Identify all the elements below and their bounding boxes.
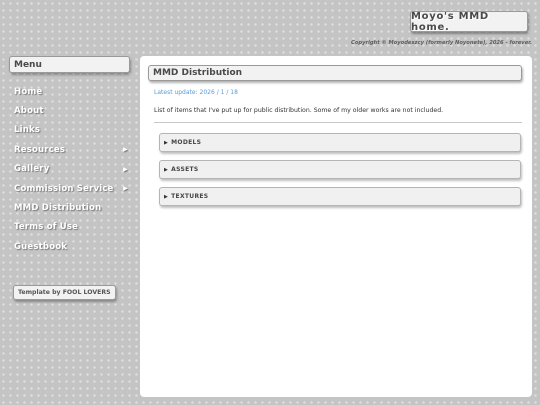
sidebar-menu: Home About Links Resources ▶ Gallery ▶ C… <box>14 82 132 257</box>
triangle-right-icon: ▶ <box>164 166 169 173</box>
sidebar-item-label: MMD Distribution <box>14 203 102 214</box>
triangle-right-icon: ▶ <box>164 139 169 146</box>
sidebar-item-label: Commission Service <box>14 183 114 194</box>
site-title[interactable]: Moyo's MMD home. <box>410 11 528 33</box>
intro-text: List of items that I've put up for publi… <box>154 107 444 114</box>
section-label: MODELS <box>171 139 202 146</box>
sidebar-item-label: Gallery <box>14 164 50 175</box>
sidebar-item-home[interactable]: Home <box>14 82 132 101</box>
sidebar-item-guestbook[interactable]: Guestbook <box>14 237 132 256</box>
section-assets-toggle[interactable]: ▶ ASSETS <box>159 160 521 179</box>
section-label: TEXTURES <box>171 193 209 200</box>
chevron-right-icon: ▶ <box>123 185 128 193</box>
sidebar-item-links[interactable]: Links <box>14 121 132 140</box>
section-label: ASSETS <box>171 166 199 173</box>
page-title: MMD Distribution <box>148 65 522 81</box>
sidebar-item-terms-of-use[interactable]: Terms of Use <box>14 218 132 237</box>
template-credit-link[interactable]: Template by FOOL LOVERS <box>13 285 116 300</box>
copyright-text: Copyright © Moyodeszcy (formerly Noyonet… <box>351 40 532 46</box>
sidebar-item-resources[interactable]: Resources ▶ <box>14 140 132 159</box>
sidebar-item-label: Guestbook <box>14 241 68 252</box>
section-models-toggle[interactable]: ▶ MODELS <box>159 133 521 152</box>
main-content-panel: MMD Distribution Latest update: 2026 / 1… <box>140 56 532 397</box>
sidebar-item-commission-service[interactable]: Commission Service ▶ <box>14 179 132 198</box>
last-update-text: Latest update: 2026 / 1 / 18 <box>154 89 238 96</box>
sidebar-item-label: Terms of Use <box>14 222 79 233</box>
distribution-sections: ▶ MODELS ▶ ASSETS ▶ TEXTURES <box>159 133 521 214</box>
sidebar-item-label: About <box>14 106 44 117</box>
sidebar-item-mmd-distribution[interactable]: MMD Distribution <box>14 198 132 217</box>
section-textures-toggle[interactable]: ▶ TEXTURES <box>159 187 521 206</box>
triangle-right-icon: ▶ <box>164 193 169 200</box>
divider <box>154 122 522 123</box>
chevron-right-icon: ▶ <box>123 165 128 173</box>
menu-header: Menu <box>9 56 130 73</box>
sidebar-item-label: Home <box>14 86 43 97</box>
sidebar-item-label: Resources <box>14 144 66 155</box>
chevron-right-icon: ▶ <box>123 146 128 154</box>
sidebar-item-gallery[interactable]: Gallery ▶ <box>14 160 132 179</box>
sidebar-item-about[interactable]: About <box>14 101 132 120</box>
sidebar-item-label: Links <box>14 125 41 136</box>
